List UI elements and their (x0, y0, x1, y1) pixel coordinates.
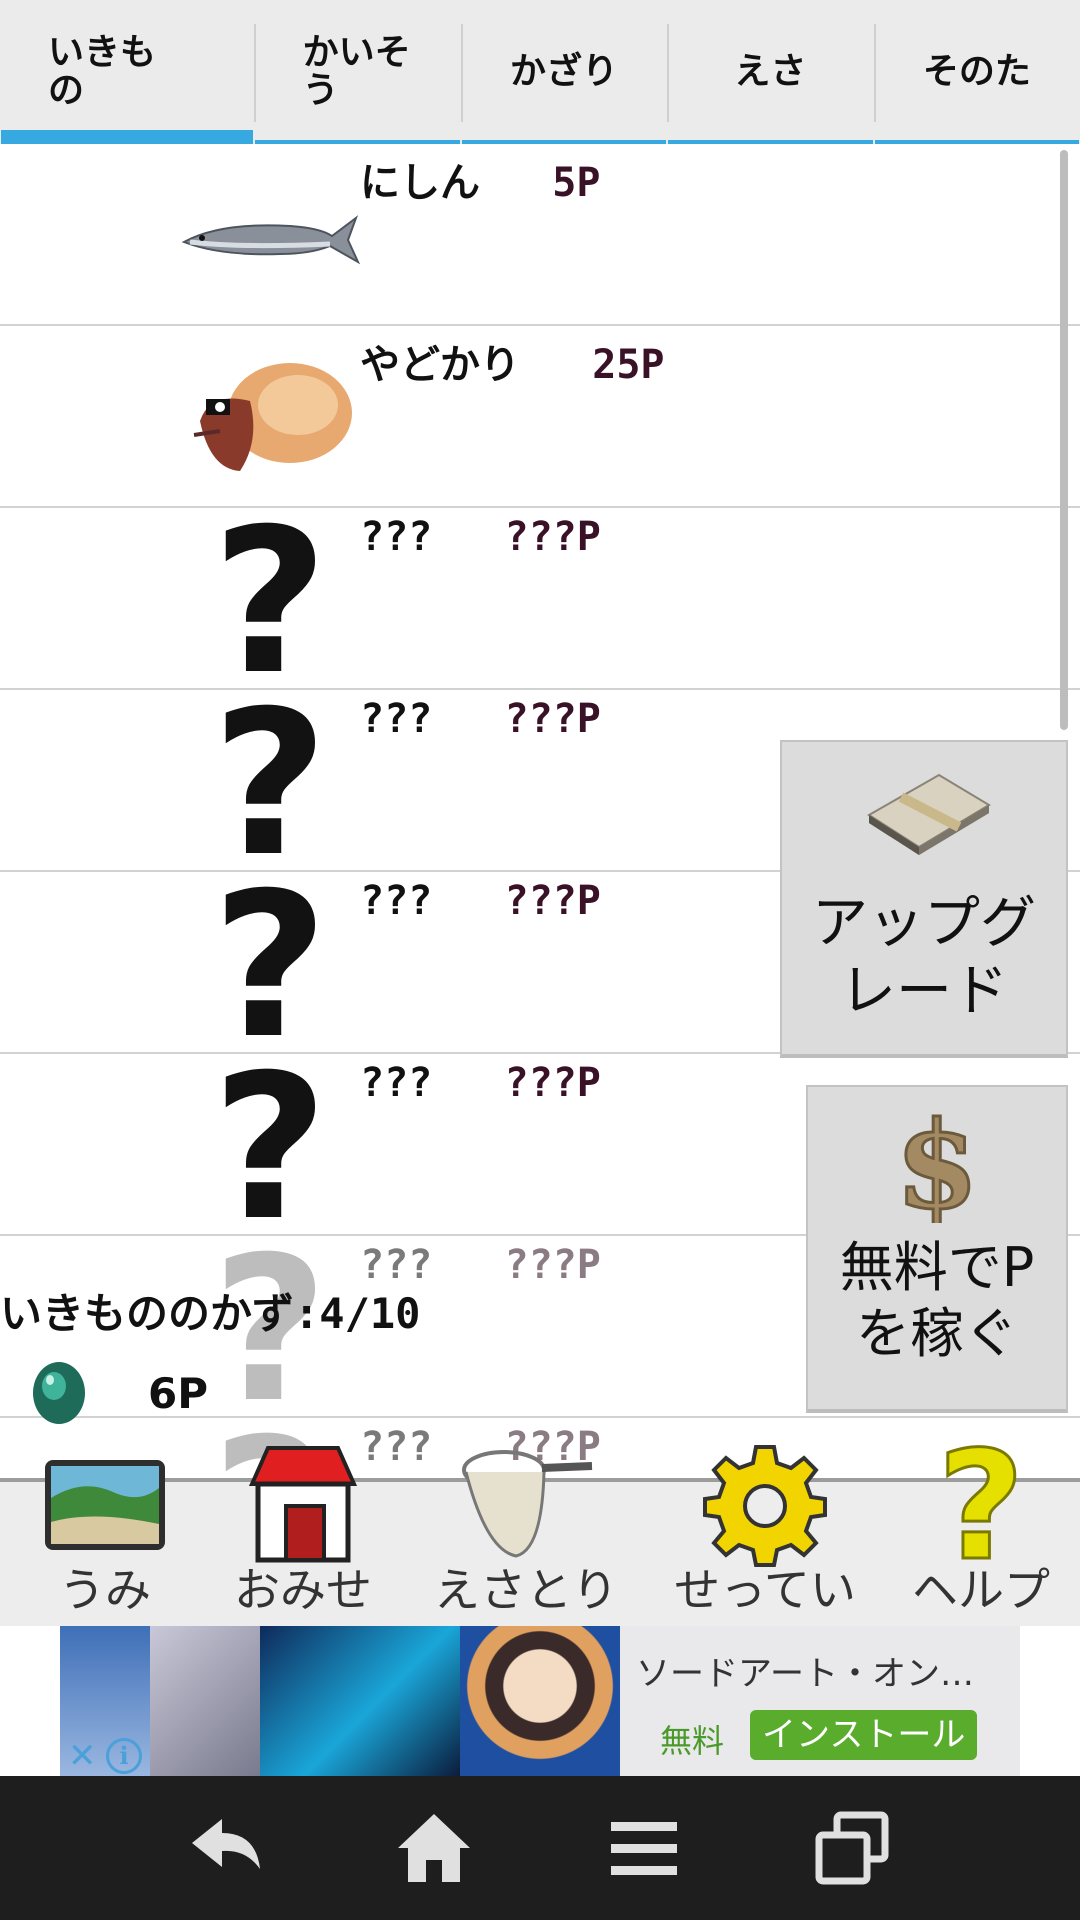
nav-label: せってい (674, 1563, 856, 1617)
item-price: ???P (504, 696, 601, 742)
list-scrollbar[interactable] (1060, 150, 1068, 730)
points-value: 6P (148, 1368, 209, 1418)
earn-points-button[interactable]: $ 無料でPを稼ぐ (806, 1085, 1068, 1413)
nav-esatori[interactable]: えさとり (434, 1450, 618, 1630)
nav-umi[interactable]: うみ (30, 1460, 180, 1630)
fishing-net-icon (456, 1440, 596, 1570)
shop-icon (233, 1440, 373, 1570)
ad-title: ソードアート・オン… (636, 1654, 974, 1694)
tab-ikimono[interactable]: いきもの (0, 0, 254, 144)
tab-label: いきもの (48, 32, 157, 111)
earn-points-label: 無料でPを稼ぐ (839, 1236, 1035, 1365)
ad-install-button[interactable]: インストール (750, 1710, 978, 1760)
home-icon[interactable] (394, 1808, 474, 1888)
upgrade-label: アップグレード (812, 891, 1036, 1024)
herring-fish-icon (180, 154, 360, 324)
item-price: ???P (504, 878, 601, 924)
list-item[interactable]: ? ??? ???P (0, 486, 1080, 719)
question-mark-icon: ? (211, 850, 328, 1083)
tab-label: かざり (510, 51, 619, 92)
ad-close-icon[interactable]: ✕ (68, 1736, 97, 1776)
nav-label: うみ (59, 1563, 151, 1617)
tab-sonota[interactable]: そのた (873, 0, 1080, 144)
question-mark-icon: ? (211, 486, 328, 719)
money-stack-icon (849, 758, 999, 878)
item-price: 25P (592, 342, 665, 388)
svg-text:?: ? (937, 1440, 1024, 1570)
item-price: ???P (504, 1060, 601, 1106)
gear-icon (695, 1440, 835, 1570)
tab-label: そのた (922, 51, 1031, 92)
item-name: ??? ???P (360, 696, 601, 742)
item-price: 5P (552, 160, 601, 206)
dollar-sign-icon: $ (862, 1103, 1012, 1223)
question-mark-icon: ? (211, 1032, 328, 1265)
nav-label: えさとり (434, 1563, 618, 1617)
hermit-crab-icon (180, 336, 360, 506)
item-name: やどかり 25P (360, 342, 665, 388)
recent-apps-icon[interactable] (812, 1808, 892, 1888)
green-gem-icon (30, 1360, 88, 1426)
help-question-icon: ? (911, 1440, 1051, 1570)
creature-count: いきもののかず:4/10 (0, 1289, 421, 1338)
points-display: 6P (30, 1360, 208, 1426)
menu-icon[interactable] (604, 1808, 684, 1888)
nav-label: おみせ (234, 1563, 372, 1617)
beach-photo-icon (35, 1440, 175, 1570)
tab-kaisou[interactable]: かいそう (254, 0, 461, 144)
ad-banner[interactable]: ソードアート・オン… 無料 インストール ✕ i (60, 1626, 1020, 1776)
back-icon[interactable] (186, 1808, 266, 1888)
question-mark-icon: ? (211, 668, 328, 901)
nav-help[interactable]: ? ヘルプ (906, 1440, 1056, 1630)
nav-settei[interactable]: せってい (674, 1445, 856, 1630)
item-name: ??? ???P (360, 1060, 601, 1106)
ad-artwork (60, 1626, 620, 1776)
tab-label: えさ (734, 51, 807, 92)
svg-text:$: $ (895, 1103, 979, 1223)
item-name: ??? ???P (360, 514, 601, 560)
list-item[interactable]: やどかり 25P (0, 326, 1080, 508)
upgrade-button[interactable]: アップグレード (780, 740, 1068, 1058)
item-price: ???P (504, 514, 601, 560)
tab-esa[interactable]: えさ (667, 0, 874, 144)
list-item[interactable]: にしん 5P (0, 144, 1080, 326)
nav-label: ヘルプ (912, 1563, 1050, 1617)
item-name: にしん 5P (360, 160, 601, 206)
item-price: ???P (504, 1242, 601, 1288)
nav-omise[interactable]: おみせ (228, 1446, 378, 1630)
ad-info-icon[interactable]: i (106, 1738, 142, 1774)
bottom-navigation: うみ おみせ えさとり せってい ? ヘルプ (0, 1440, 1080, 1626)
tab-label: かいそう (302, 32, 411, 111)
ad-free-label: 無料 (660, 1722, 725, 1760)
system-navigation-bar (0, 1776, 1080, 1920)
tab-kazari[interactable]: かざり (460, 0, 667, 144)
category-tab-bar: いきもの かいそう かざり えさ そのた (0, 0, 1080, 144)
item-name: ??? ???P (360, 878, 601, 924)
